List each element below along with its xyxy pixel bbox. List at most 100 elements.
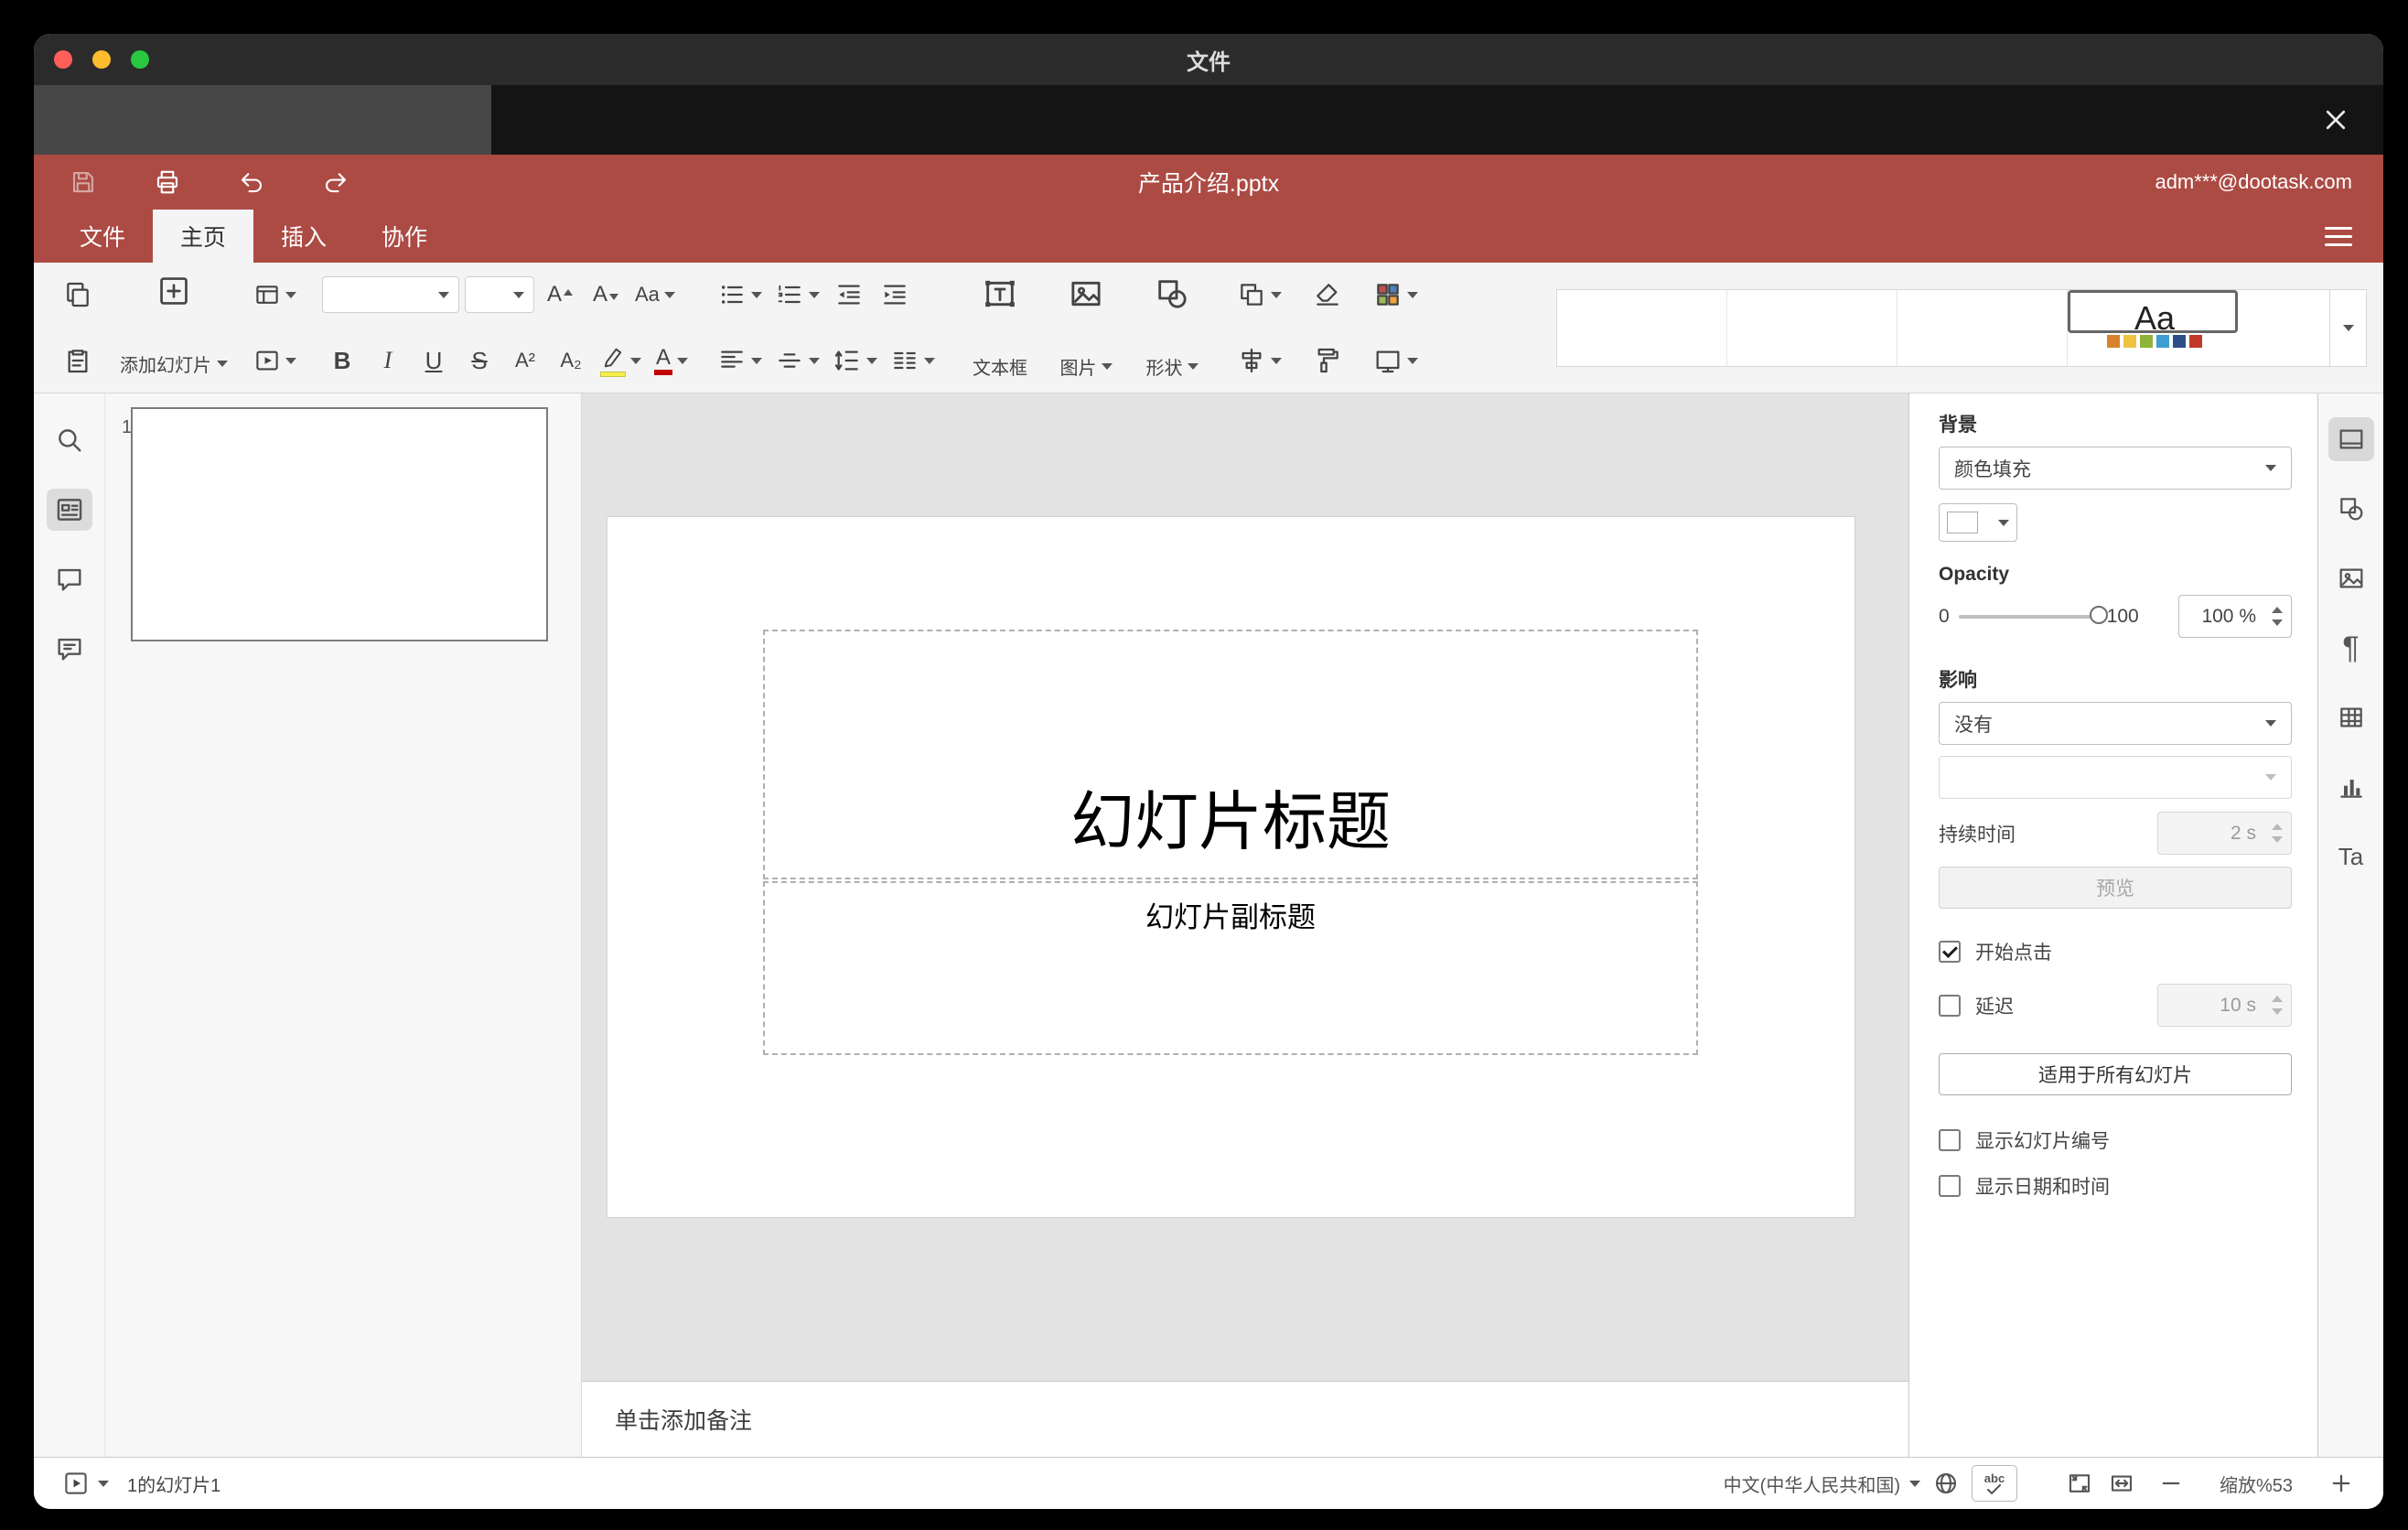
theme-option[interactable] [1557,289,1727,366]
copy-button[interactable] [58,274,98,316]
minimize-traffic-light[interactable] [92,50,111,69]
add-slide-button[interactable]: 添加幻灯片 [120,274,228,382]
slide-surface[interactable]: 幻灯片标题 幻灯片副标题 [607,517,1854,1217]
fit-slide-button[interactable] [2063,1465,2096,1502]
slider-thumb[interactable] [2089,605,2108,624]
font-name-combo[interactable] [322,276,459,313]
table-settings-button[interactable] [2328,695,2374,739]
subtitle-placeholder[interactable]: 幻灯片副标题 [763,881,1698,1055]
strikethrough-button[interactable]: S [459,339,500,382]
slide-thumbnail[interactable] [131,407,548,641]
opacity-spinner[interactable]: 100 % [2178,595,2292,638]
theme-option[interactable] [2238,289,2329,366]
tab-home[interactable]: 主页 [153,210,254,263]
line-spacing-button[interactable] [829,339,881,382]
notes-area[interactable]: 单击添加备注 [582,1381,1908,1457]
title-placeholder[interactable]: 幻灯片标题 [763,630,1698,879]
superscript-button[interactable]: A² [505,339,545,382]
fill-color-swatch[interactable] [1939,503,2017,542]
effect-select[interactable]: 没有 [1939,702,2292,745]
feedback-panel-button[interactable] [47,628,92,670]
spinner-arrows-icon[interactable] [2272,596,2283,637]
bullets-button[interactable] [714,274,766,316]
decrease-indent-button[interactable] [829,274,869,316]
apply-to-all-slides-button[interactable]: 适用于所有幻灯片 [1939,1053,2292,1095]
columns-button[interactable] [887,339,939,382]
header-menu-button[interactable] [2325,210,2352,263]
shape-settings-button[interactable] [2328,487,2374,531]
close-traffic-light[interactable] [54,50,72,69]
delay-checkbox[interactable] [1939,994,1961,1017]
redo-button[interactable] [317,164,354,200]
start-slideshow-button[interactable] [59,1465,92,1502]
theme-option-selected[interactable]: Aa [2068,289,2238,348]
fit-width-button[interactable] [2105,1465,2138,1502]
print-button[interactable] [149,164,186,200]
change-case-button[interactable]: Aa [631,274,679,316]
theme-option[interactable] [1727,289,1897,366]
increment-font-button[interactable]: A [540,274,580,316]
tab-collaboration[interactable]: 协作 [354,210,455,263]
zoom-in-button[interactable] [2325,1465,2358,1502]
set-language-button[interactable] [1930,1465,1962,1502]
preview-button[interactable]: 预览 [1939,867,2292,909]
arrange-shape-button[interactable] [1233,274,1285,316]
comments-panel-button[interactable] [47,558,92,600]
slides-panel-button[interactable] [46,489,92,531]
theme-option[interactable] [1897,289,2068,366]
chart-settings-button[interactable] [2328,765,2374,809]
font-size-combo[interactable] [465,276,534,313]
slideshow-options-button[interactable] [92,1465,114,1502]
tab-insert[interactable]: 插入 [253,210,354,263]
textart-settings-button[interactable]: Ta [2328,835,2374,878]
paste-button[interactable] [58,339,98,382]
start-on-click-checkbox[interactable] [1939,941,1961,963]
tab-file[interactable]: 文件 [52,210,153,263]
paragraph-settings-button[interactable]: ¶ [2328,626,2374,670]
show-datetime-checkbox[interactable] [1939,1175,1961,1197]
save-button[interactable] [65,164,102,200]
slide-layout-button[interactable] [250,274,300,316]
add-slide-menu[interactable]: 添加幻灯片 [120,345,228,382]
dialog-close-button[interactable] [2316,100,2356,140]
align-shape-button[interactable] [1233,339,1285,382]
subscript-button[interactable]: A₂ [551,339,591,382]
highlight-color-button[interactable] [597,339,645,382]
copy-style-button[interactable] [1307,339,1348,382]
insert-image-button[interactable]: 图片 [1047,274,1125,382]
language-select[interactable]: 中文(中华人民共和国) [1724,1465,1920,1502]
decrement-font-button[interactable]: A [586,274,626,316]
slide-settings-button[interactable] [2327,417,2374,461]
slide-size-button[interactable] [1370,339,1422,382]
zoom-out-button[interactable] [2155,1465,2188,1502]
insert-shape-button[interactable]: 形状 [1133,274,1211,382]
italic-button[interactable]: I [368,339,408,382]
horizontal-align-button[interactable] [714,339,766,382]
theme-gallery-expand-button[interactable] [2330,288,2367,367]
left-icon-sidebar [34,393,105,1457]
background-fill-select[interactable]: 颜色填充 [1939,447,2292,490]
user-email: adm***@dootask.com [2155,170,2352,193]
show-slide-number-checkbox[interactable] [1939,1129,1961,1151]
bold-button[interactable]: B [322,339,362,382]
opacity-slider[interactable] [1958,605,2108,624]
image-settings-button[interactable] [2328,556,2374,600]
undo-button[interactable] [233,164,270,200]
duration-spinner[interactable]: 2 s [2157,812,2292,855]
increase-indent-button[interactable] [875,274,915,316]
clear-style-button[interactable] [1307,274,1348,316]
eraser-icon [1317,284,1338,306]
vertical-align-button[interactable] [771,339,823,382]
delay-spinner[interactable]: 10 s [2157,984,2292,1027]
numbering-button[interactable] [771,274,823,316]
effect-option-select[interactable] [1939,756,2292,799]
insert-textbox-button[interactable]: 文本框 [961,274,1039,382]
start-slideshow-toolbar-button[interactable] [250,339,300,382]
search-panel-button[interactable] [47,419,92,461]
underline-button[interactable]: U [414,339,454,382]
color-scheme-button[interactable] [1370,274,1422,316]
font-color-button[interactable]: A [650,339,692,382]
spellcheck-button[interactable]: abc [1972,1465,2017,1502]
chat-icon [57,638,81,661]
zoom-traffic-light[interactable] [131,50,149,69]
